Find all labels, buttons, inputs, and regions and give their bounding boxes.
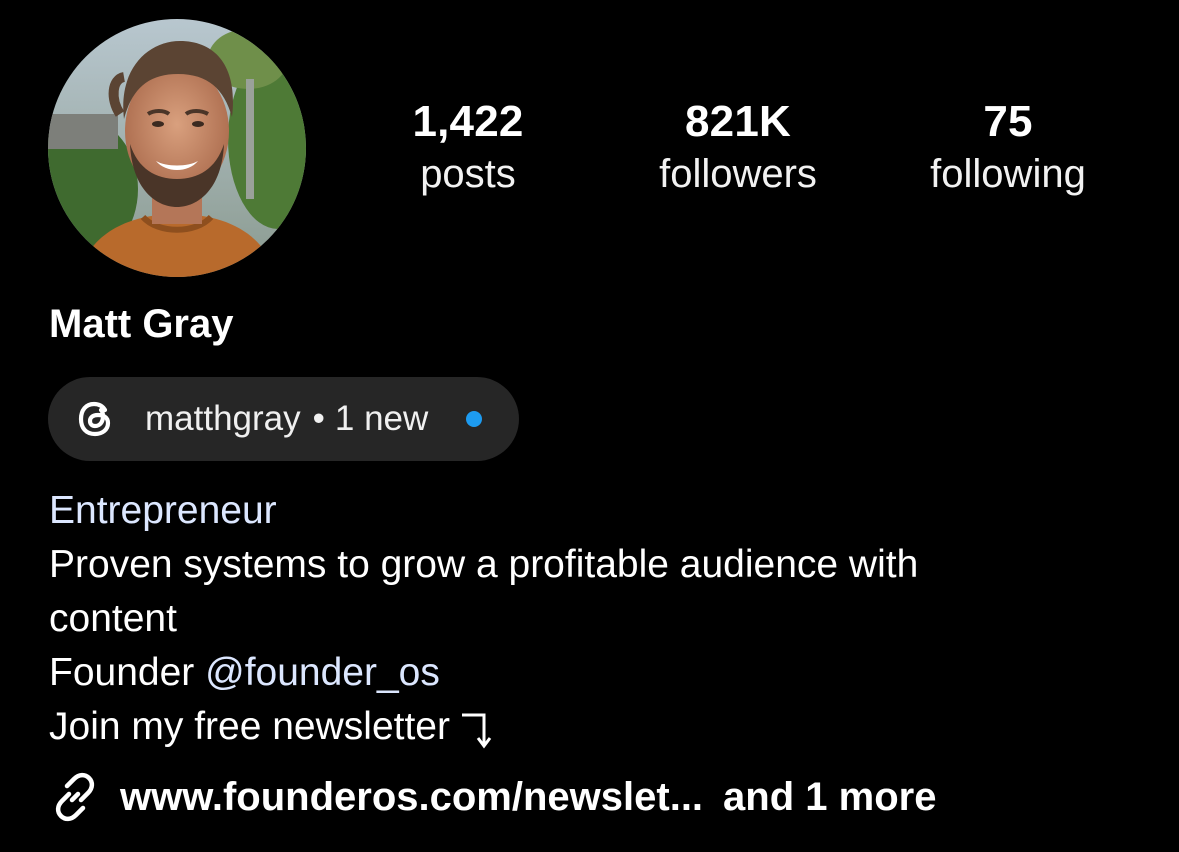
stat-following[interactable]: 75 following bbox=[908, 96, 1108, 200]
founder-prefix: Founder bbox=[49, 651, 195, 694]
threads-icon bbox=[78, 401, 111, 437]
avatar[interactable] bbox=[48, 19, 306, 277]
following-label: following bbox=[930, 152, 1086, 196]
threads-badge-button[interactable]: matthgray • 1 new bbox=[48, 377, 519, 461]
threads-separator: • bbox=[312, 399, 325, 438]
bio-founder-line: Founder @founder_os bbox=[49, 646, 1149, 700]
following-count: 75 bbox=[983, 97, 1033, 146]
threads-handle: matthgray bbox=[145, 399, 301, 438]
bio-line-2: content bbox=[49, 597, 177, 640]
bio-line-1: Proven systems to grow a profitable audi… bbox=[49, 543, 919, 586]
posts-count: 1,422 bbox=[412, 97, 524, 146]
external-link-row[interactable]: www.founderos.com/newslet... and 1 more bbox=[48, 770, 936, 824]
stat-followers[interactable]: 821K followers bbox=[638, 96, 838, 200]
profile-photo-icon bbox=[48, 19, 306, 277]
link-icon bbox=[55, 772, 95, 822]
threads-new-count: 1 new bbox=[334, 399, 429, 438]
followers-count: 821K bbox=[685, 97, 791, 146]
category-label: Entrepreneur bbox=[49, 489, 277, 532]
new-indicator-dot bbox=[466, 411, 482, 427]
down-right-arrow-icon bbox=[462, 713, 492, 749]
threads-label: matthgray • 1 new bbox=[145, 398, 428, 440]
more-links-button[interactable]: and 1 more bbox=[723, 770, 936, 824]
followers-label: followers bbox=[659, 152, 817, 196]
founder-mention-link[interactable]: @founder_os bbox=[205, 651, 440, 694]
link-url[interactable]: www.founderos.com/newslet... bbox=[120, 770, 703, 824]
bio-newsletter-line: Join my free newsletter bbox=[49, 700, 1149, 754]
posts-label: posts bbox=[420, 152, 516, 196]
profile-header: 1,422 posts 821K followers 75 following … bbox=[0, 0, 1179, 852]
profile-name: Matt Gray bbox=[49, 302, 234, 346]
stat-posts[interactable]: 1,422 posts bbox=[388, 96, 548, 200]
bio: Entrepreneur Proven systems to grow a pr… bbox=[49, 484, 1149, 754]
newsletter-text: Join my free newsletter bbox=[49, 705, 450, 748]
